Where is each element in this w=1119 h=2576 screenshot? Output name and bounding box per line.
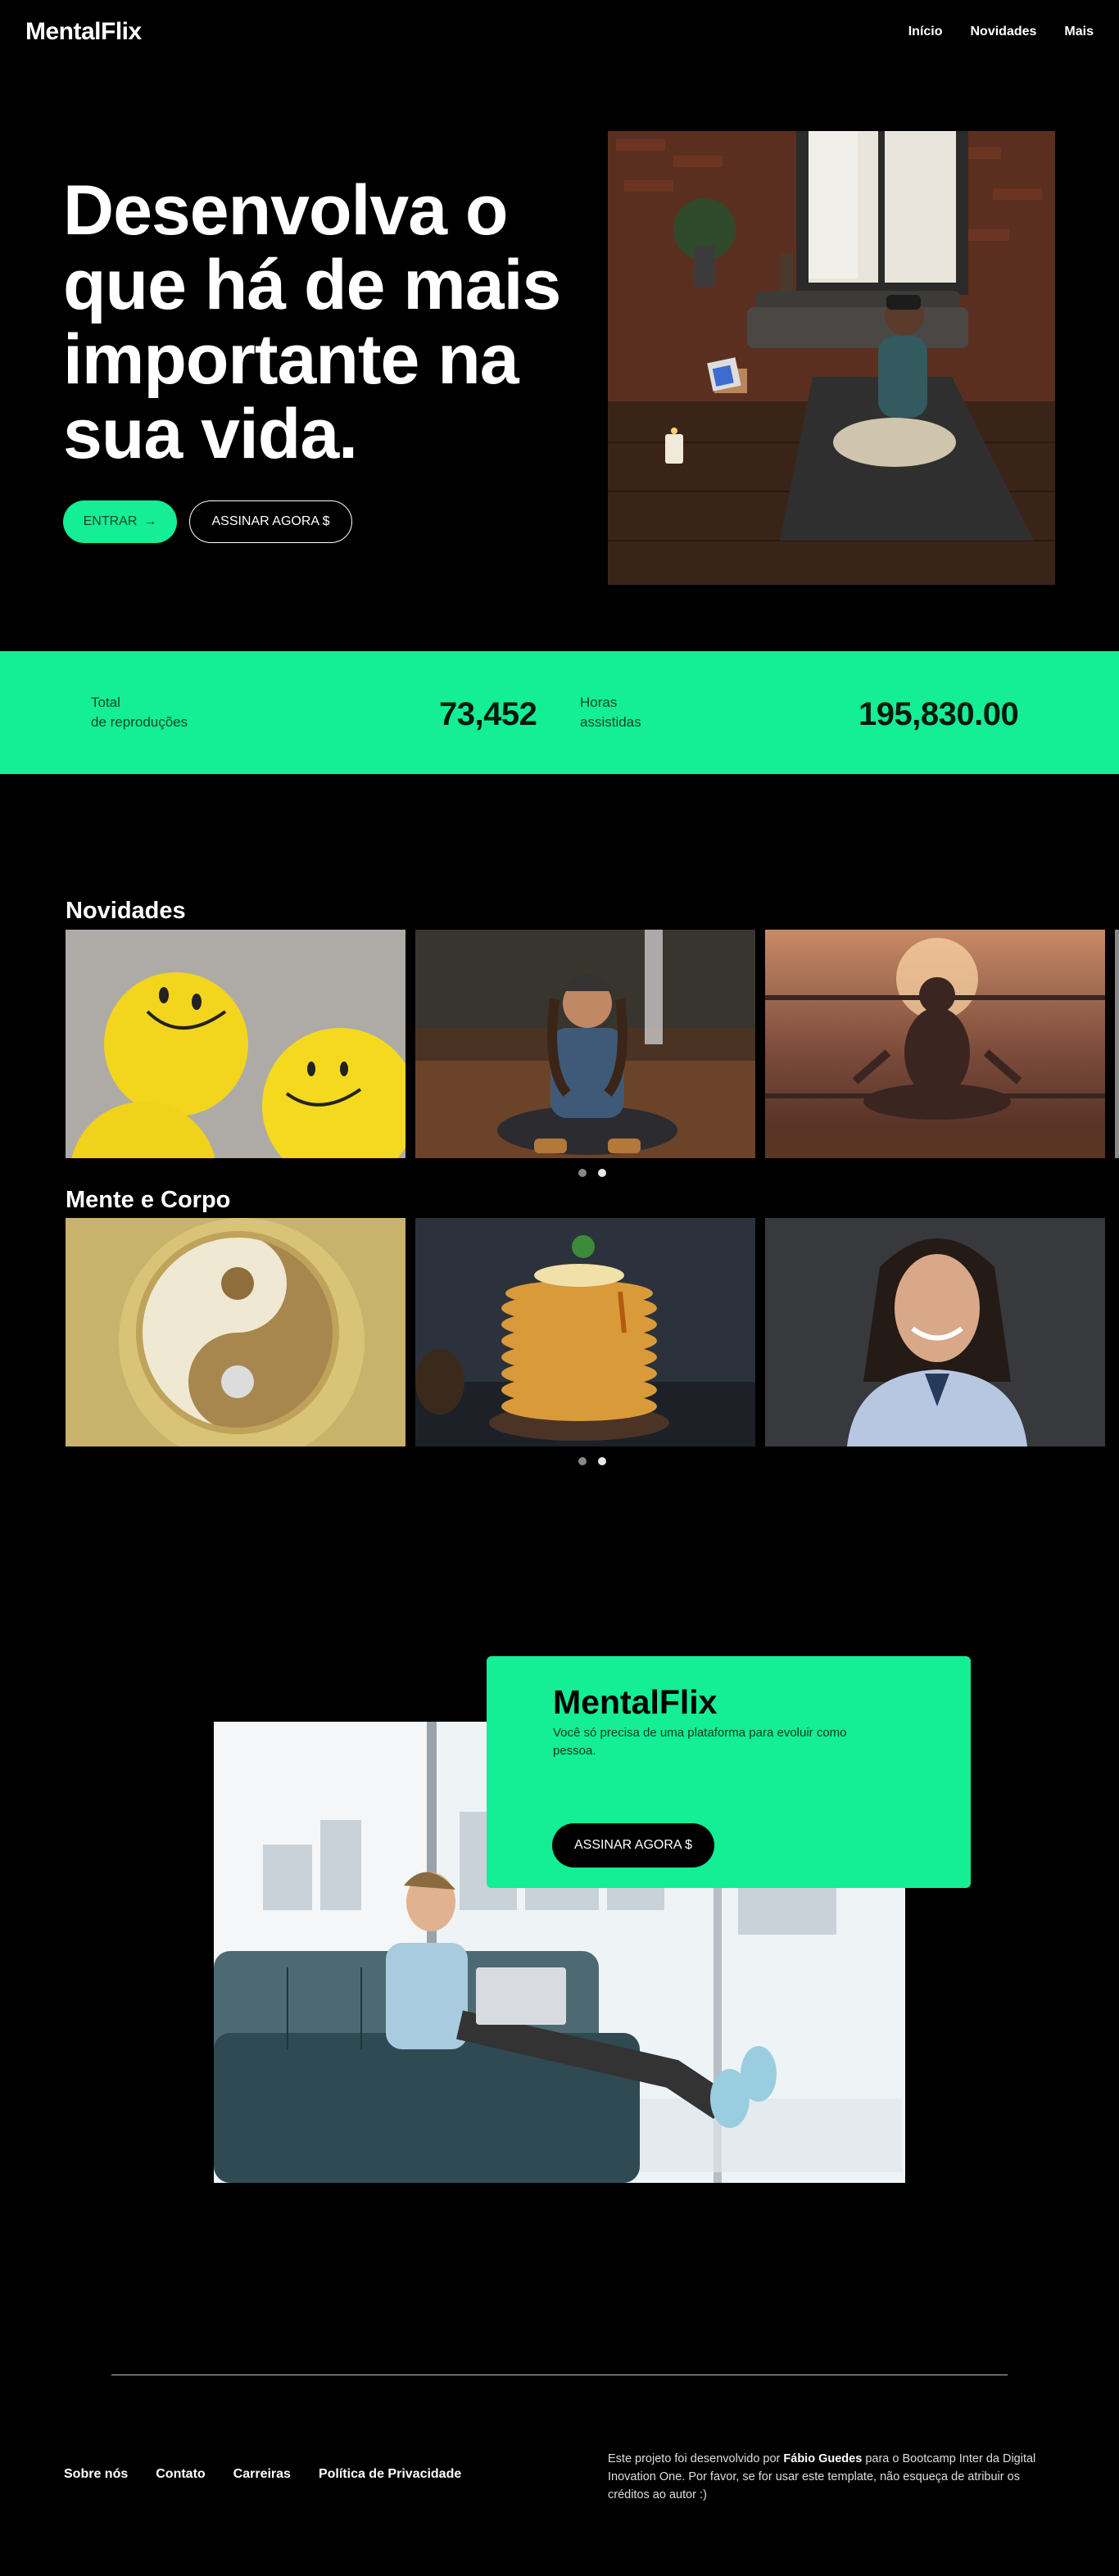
- carousel-card-yin-yang[interactable]: [66, 1218, 405, 1446]
- plays-label-line2: de reproduções: [91, 714, 188, 730]
- footer-credits: Este projeto foi desenvolvido por Fábio …: [608, 2450, 1050, 2504]
- meditation-room-illustration: [608, 131, 1055, 585]
- carousel-dot[interactable]: [578, 1457, 587, 1465]
- plays-label: Total de reproduções: [91, 693, 188, 732]
- yin-yang-image: [66, 1218, 405, 1446]
- partial-card-image: [1115, 930, 1119, 1158]
- carousel-dot-active[interactable]: [598, 1457, 606, 1465]
- plays-value: 73,452: [439, 696, 537, 732]
- nav-link-mais[interactable]: Mais: [1064, 25, 1094, 39]
- enter-button[interactable]: ENTRAR →: [63, 500, 177, 543]
- carousel-dots-mente-corpo: [578, 1457, 606, 1465]
- footer-links: Sobre nós Contato Carreiras Política de …: [64, 2467, 461, 2482]
- carousel-card-woman-meditating-forest[interactable]: [415, 930, 755, 1158]
- carousel-card-sunset-meditation[interactable]: [765, 930, 1105, 1158]
- arrow-right-icon: →: [143, 514, 157, 528]
- footer-link-contato[interactable]: Contato: [156, 2467, 205, 2482]
- stats-banner: Total de reproduções 73,452 Horas assist…: [0, 651, 1119, 774]
- logo[interactable]: MentalFlix: [25, 18, 142, 46]
- hours-label: Horas assistidas: [580, 693, 641, 732]
- carousel-card-smiley-balloons[interactable]: [66, 930, 405, 1158]
- footer-link-carreiras[interactable]: Carreiras: [233, 2467, 291, 2482]
- sunset-meditation-image: [765, 930, 1105, 1158]
- hero-meditation-photo: [608, 131, 1055, 585]
- carousel-card-partial[interactable]: [1115, 930, 1119, 1158]
- nav-link-inicio[interactable]: Início: [908, 25, 943, 39]
- promo-subscribe-button[interactable]: ASSINAR AGORA $: [552, 1823, 714, 1867]
- hours-value: 195,830.00: [859, 696, 1019, 732]
- hours-label-line2: assistidas: [580, 714, 641, 730]
- footer-link-sobre-nos[interactable]: Sobre nós: [64, 2467, 128, 2482]
- footer-credits-before: Este projeto foi desenvolvido por: [608, 2452, 784, 2465]
- hours-label-line1: Horas: [580, 695, 618, 710]
- enter-button-label: ENTRAR: [83, 514, 138, 528]
- smiling-woman-image: [765, 1218, 1105, 1446]
- nav-link-novidades[interactable]: Novidades: [971, 25, 1037, 39]
- pancakes-image: [415, 1218, 755, 1446]
- carousel-dot-active[interactable]: [598, 1169, 606, 1177]
- carousel-card-smiling-woman[interactable]: [765, 1218, 1105, 1446]
- section-title-novidades: Novidades: [66, 898, 186, 924]
- hero-title: Desenvolva o que há de mais importante n…: [63, 171, 561, 473]
- subscribe-button[interactable]: ASSINAR AGORA $: [189, 500, 352, 543]
- top-navbar: MentalFlix Início Novidades Mais: [0, 0, 1119, 66]
- section-title-mente-e-corpo: Mente e Corpo: [66, 1187, 231, 1213]
- footer-link-privacidade[interactable]: Política de Privacidade: [319, 2467, 461, 2482]
- carousel-dot[interactable]: [578, 1169, 587, 1177]
- carousel-dots-novidades: [578, 1169, 606, 1177]
- footer-author: Fábio Guedes: [783, 2452, 863, 2465]
- carousel-card-pancakes[interactable]: [415, 1218, 755, 1446]
- nav-links: Início Novidades Mais: [908, 25, 1094, 39]
- promo-card: MentalFlix Você só precisa de uma plataf…: [487, 1656, 971, 1888]
- plays-label-line1: Total: [91, 695, 120, 710]
- woman-forest-image: [415, 930, 755, 1158]
- promo-title: MentalFlix: [553, 1683, 718, 1721]
- smiley-balloons-image: [66, 930, 405, 1158]
- promo-text: Você só precisa de uma plataforma para e…: [553, 1726, 847, 1758]
